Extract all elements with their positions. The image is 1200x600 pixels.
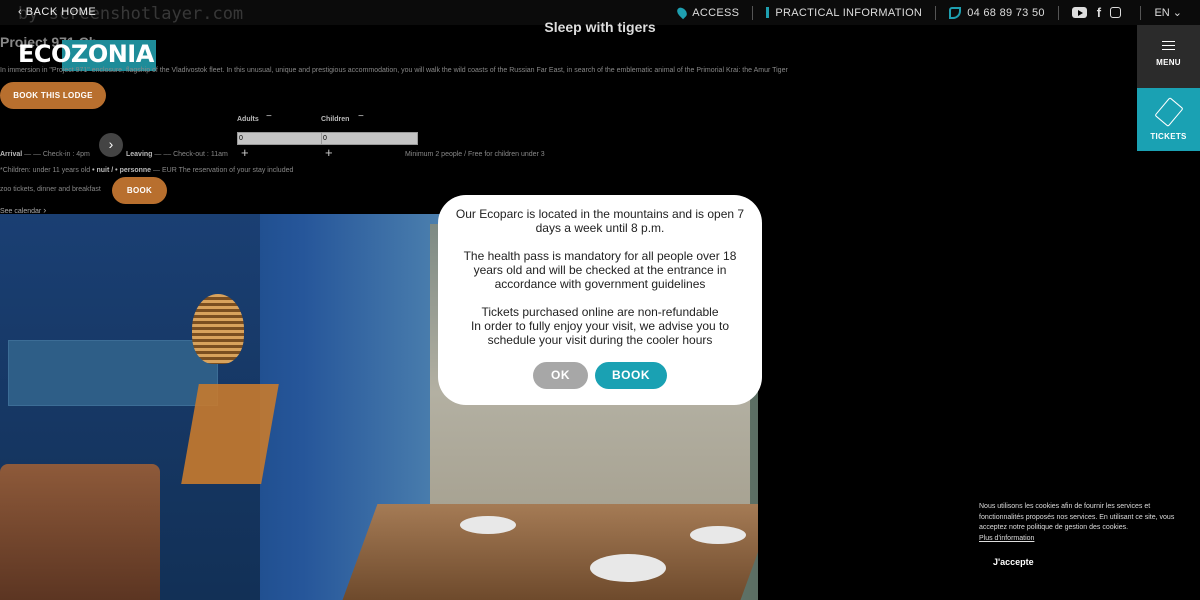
leaving-text: — –– Check-out : 11am xyxy=(154,151,228,158)
photo-chair xyxy=(181,384,279,484)
children-decrement[interactable]: − xyxy=(358,111,364,122)
reservation-text: The reservation of your stay included xyxy=(178,167,294,174)
modal-paragraph: Tickets purchased online are non-refunda… xyxy=(481,305,719,319)
info-modal: Our Ecoparc is located in the mountains … xyxy=(438,195,762,405)
tickets-button[interactable]: TICKETS xyxy=(1137,88,1200,151)
modal-book-button[interactable]: BOOK xyxy=(595,362,667,389)
photo-table xyxy=(342,504,758,600)
map-pin-icon xyxy=(675,5,689,20)
tickets-label: TICKETS xyxy=(1150,132,1187,141)
book-this-lodge-button[interactable]: BOOK THIS LODGE xyxy=(0,82,106,109)
children-input[interactable]: 0 xyxy=(321,132,418,145)
cookie-notice: Nous utilisons les cookies afin de fourn… xyxy=(979,502,1179,544)
price-row: *Children: under 11 years old • nuit / •… xyxy=(0,167,293,174)
adults-increment[interactable]: + xyxy=(241,145,249,160)
adults-input[interactable]: 0 xyxy=(237,132,322,145)
photo-poster xyxy=(8,340,218,406)
youtube-icon[interactable] xyxy=(1071,7,1087,18)
instagram-icon[interactable] xyxy=(1110,7,1122,18)
logo-text: ECOZONIA xyxy=(18,40,154,68)
cookie-text: Nous utilisons les cookies afin de fourn… xyxy=(979,503,1175,531)
hamburger-icon xyxy=(1162,41,1175,50)
phone-link[interactable]: 04 68 89 73 50 xyxy=(936,6,1058,19)
modal-paragraph: The health pass is mandatory for all peo… xyxy=(463,249,737,291)
accept-cookies-button[interactable]: J'accepte xyxy=(993,557,1034,567)
practical-information-label: PRACTICAL INFORMATION xyxy=(775,6,923,19)
ok-button[interactable]: OK xyxy=(533,362,588,389)
photo-sofa xyxy=(0,464,160,600)
access-label: ACCESS xyxy=(692,6,740,19)
ticket-icon xyxy=(1153,97,1184,127)
photo-plate xyxy=(690,526,746,544)
adults-label: Adults xyxy=(237,116,259,123)
photo-lamp xyxy=(192,294,244,364)
modal-paragraph: In order to fully enjoy your visit, we a… xyxy=(470,319,730,347)
eur-price: — EUR xyxy=(153,167,177,174)
next-arrow-button[interactable]: › xyxy=(99,133,123,157)
back-home-link[interactable]: ‹ BACK HOME xyxy=(18,6,96,18)
language-selector[interactable]: EN ⌄ xyxy=(1141,6,1200,19)
practical-information-link[interactable]: PRACTICAL INFORMATION xyxy=(753,7,935,19)
menu-label: MENU xyxy=(1156,58,1181,67)
access-link[interactable]: ACCESS xyxy=(665,5,752,20)
leaving-label: Leaving xyxy=(126,151,153,158)
page-title: Sleep with tigers xyxy=(544,19,656,35)
night-person: • nuit / • personne xyxy=(92,167,152,174)
social-links: f xyxy=(1059,5,1141,20)
children-increment[interactable]: + xyxy=(325,145,333,160)
leaving-row[interactable]: Leaving — –– Check-out : 11am xyxy=(126,151,228,158)
facebook-icon[interactable]: f xyxy=(1097,5,1102,20)
lodge-description: In immersion in "Project 971" enclosure,… xyxy=(0,67,788,74)
arrival-text: — –– Check-in : 4pm xyxy=(24,151,90,158)
book-button[interactable]: BOOK xyxy=(112,177,167,204)
minimum-people-note: Minimum 2 people / Free for children und… xyxy=(405,151,545,158)
more-info-link[interactable]: Plus d'information xyxy=(979,534,1179,545)
children-note: *Children: under 11 years old xyxy=(0,167,91,174)
photo-plate xyxy=(460,516,516,534)
modal-buttons: OK BOOK xyxy=(438,362,762,389)
photo-plate xyxy=(590,554,666,582)
modal-paragraph: Our Ecoparc is located in the mountains … xyxy=(455,207,745,235)
phone-icon xyxy=(949,6,962,19)
arrival-row[interactable]: Arrival — –– Check-in : 4pm xyxy=(0,151,90,158)
adults-decrement[interactable]: − xyxy=(266,111,272,122)
arrival-label: Arrival xyxy=(0,151,23,158)
included-text: zoo tickets, dinner and breakfast xyxy=(0,186,101,193)
children-label: Children xyxy=(321,116,350,123)
phone-number: 04 68 89 73 50 xyxy=(967,6,1045,19)
info-icon xyxy=(766,7,770,18)
